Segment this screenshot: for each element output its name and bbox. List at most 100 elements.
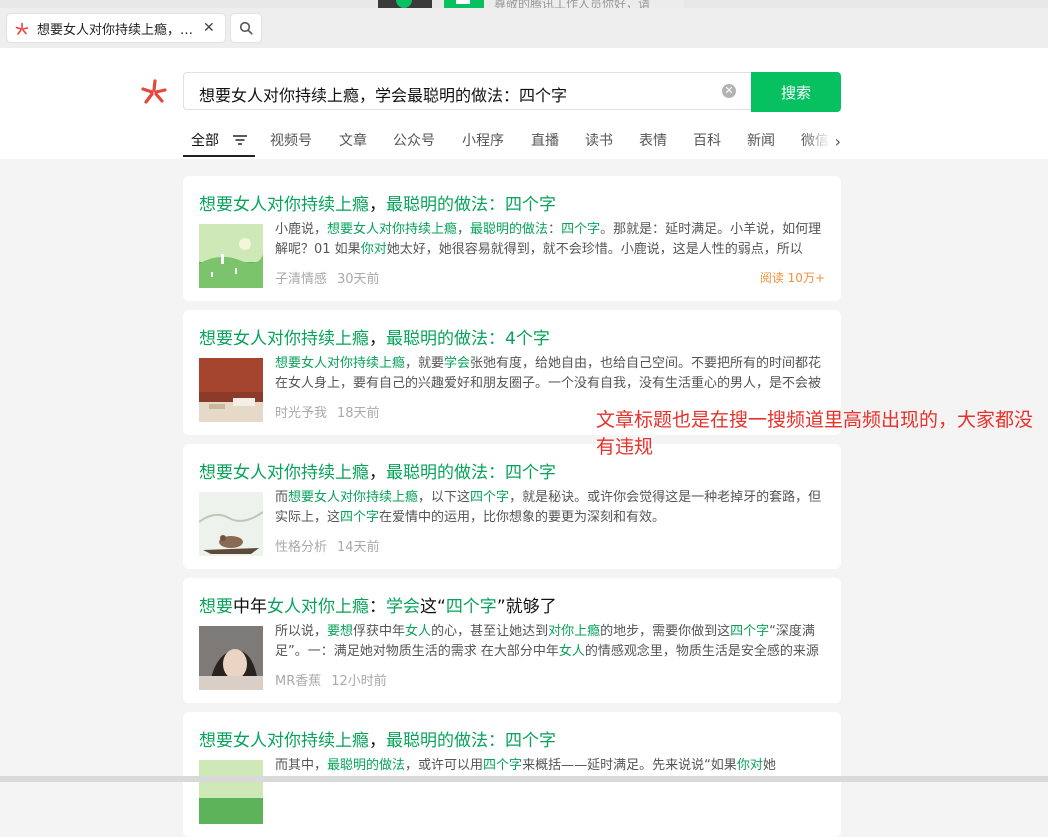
result-thumbnail[interactable]: [199, 626, 263, 690]
result-snippet: 而想要女人对你持续上瘾，以下这四个字，就是秘诀。或许你会觉得这是一种老掉牙的套路…: [275, 488, 825, 528]
search-header: 想要女人对你持续上瘾，学会最聪明的做法：四个字 ✕ 搜索 全部 视频号 文章 公…: [0, 48, 1048, 159]
keyword-highlight: 四个字: [730, 624, 770, 639]
text-segment: 她: [762, 758, 776, 773]
result-source[interactable]: 性格分析: [275, 540, 327, 555]
text-segment: ，: [457, 222, 471, 237]
top-background-strip: 尊敬的腾讯工作人员你好，请: [0, 0, 1048, 11]
text-segment: 所以说，: [275, 624, 328, 639]
keyword-highlight: 想要: [199, 597, 233, 617]
tab-books[interactable]: 读书: [585, 130, 613, 150]
result-meta: 时光予我 18天前: [275, 402, 390, 421]
text-segment: ，: [369, 195, 386, 215]
keyword-highlight: 想要女人对你持续上瘾: [327, 222, 458, 237]
category-tabs: 全部 视频号 文章 公众号 小程序 直播 读书 表情 百科 新闻 微信 ›: [183, 126, 843, 159]
keyword-highlight: 想要女人对你持续上瘾: [199, 463, 369, 483]
tab-search-button[interactable]: [231, 14, 261, 42]
annotation-note: 文章标题也是在搜一搜频道里高频出现的，大家都没有违规: [596, 409, 1034, 458]
text-segment: ，: [369, 731, 386, 751]
sousou-logo-icon: [140, 78, 168, 106]
close-icon[interactable]: ✕: [203, 20, 215, 36]
result-card[interactable]: 想要女人对你持续上瘾，最聪明的做法：四个字 而其中，最聪明的做法，或许可以用四个…: [183, 712, 841, 837]
search-query: 想要女人对你持续上瘾，学会最聪明的做法：四个字: [199, 86, 568, 105]
result-meta: 性格分析 14天前: [275, 536, 390, 555]
keyword-highlight: 最聪明的做法：四个字: [386, 731, 556, 751]
keyword-highlight: 要想: [327, 624, 354, 639]
clear-icon[interactable]: ✕: [722, 84, 736, 98]
bottom-scroll-edge: [0, 776, 1048, 782]
active-tab-underline: [183, 155, 255, 157]
result-thumbnail[interactable]: [199, 492, 263, 556]
tab-all[interactable]: 全部: [191, 130, 219, 150]
tab-mini-programs[interactable]: 小程序: [462, 130, 504, 150]
result-snippet: 所以说，要想俘获中年女人的心，甚至让她达到对你上瘾的地步，需要你做到这四个字“深…: [275, 622, 825, 662]
keyword-highlight: 女人对你上瘾: [267, 597, 369, 617]
browser-tab[interactable]: 想要女人对你持续上瘾，学会最聪明的做法：四个字 ✕: [7, 14, 225, 42]
result-title[interactable]: 想要女人对你持续上瘾，最聪明的做法：4个字: [199, 324, 550, 349]
keyword-highlight: 想要女人对你持续上瘾: [199, 329, 369, 349]
wechat-app-thumbnail: [378, 0, 432, 8]
result-title[interactable]: 想要中年女人对你上瘾：学会这“四个字”就够了: [199, 592, 557, 617]
result-snippet: 而其中，最聪明的做法，或许可以用四个字来概括——延时满足。先来说说“如果你对她: [275, 756, 825, 776]
sousou-favicon-icon: [15, 21, 29, 35]
search-button[interactable]: 搜索: [751, 72, 841, 112]
result-thumbnail[interactable]: [199, 760, 263, 824]
tab-articles[interactable]: 文章: [339, 130, 367, 150]
keyword-highlight: 学会: [444, 356, 471, 371]
text-segment: ”就够了: [496, 597, 557, 617]
tab-news[interactable]: 新闻: [747, 130, 775, 150]
result-time: 18天前: [337, 406, 380, 421]
result-card[interactable]: 想要女人对你持续上瘾，最聪明的做法：四个字 而想要女人对你持续上瘾，以下这四个字…: [183, 444, 841, 569]
result-title[interactable]: 想要女人对你持续上瘾，最聪明的做法：四个字: [199, 726, 556, 751]
text-segment: 而: [275, 490, 289, 505]
keyword-highlight: 四个字: [561, 222, 601, 237]
tab-official-accounts[interactable]: 公众号: [393, 130, 435, 150]
result-source[interactable]: 时光予我: [275, 406, 327, 421]
keyword-highlight: 四个字: [483, 758, 523, 773]
tab-live[interactable]: 直播: [531, 130, 559, 150]
chevron-right-icon[interactable]: ›: [835, 132, 841, 151]
text-segment: 而其中，: [275, 758, 328, 773]
result-meta: MR香蕉 12小时前: [275, 670, 397, 689]
text-segment: 来概括——延时满足。先来说说“如果: [522, 758, 737, 773]
text-segment: ，就要: [405, 356, 445, 371]
text-segment: ，: [369, 329, 386, 349]
keyword-highlight: 最聪明的做法: [327, 758, 406, 773]
result-title[interactable]: 想要女人对你持续上瘾，最聪明的做法：四个字: [199, 458, 556, 483]
result-card[interactable]: 想要中年女人对你上瘾：学会这“四个字”就够了 所以说，要想俘获中年女人的心，甚至…: [183, 578, 841, 703]
text-segment: 这“: [420, 597, 446, 617]
search-icon: [239, 21, 253, 35]
search-input[interactable]: 想要女人对你持续上瘾，学会最聪明的做法：四个字 ✕: [183, 72, 751, 110]
keyword-highlight: 对你上瘾: [548, 624, 601, 639]
tab-stickers[interactable]: 表情: [639, 130, 667, 150]
keyword-highlight: 你对: [736, 758, 763, 773]
text-segment: 的地步，需要你做到这: [600, 624, 731, 639]
text-segment: ，: [369, 463, 386, 483]
keyword-highlight: 想要女人对你持续上瘾: [288, 490, 419, 505]
result-title[interactable]: 想要女人对你持续上瘾，最聪明的做法：四个字: [199, 190, 556, 215]
browser-tab-bar: 想要女人对你持续上瘾，学会最聪明的做法：四个字 ✕: [0, 8, 1048, 48]
text-segment: ：: [548, 222, 562, 237]
result-card[interactable]: 想要女人对你持续上瘾，最聪明的做法：四个字 小鹿说，想要女人对你持续上瘾，最聪明…: [183, 176, 841, 301]
text-segment: 的情感观念里，物质生活是安全感的来源: [584, 644, 819, 659]
keyword-highlight: 最聪明的做法: [470, 222, 549, 237]
tab-encyclopedia[interactable]: 百科: [693, 130, 721, 150]
green-app-thumbnail: [444, 0, 484, 8]
result-source[interactable]: 子清情感: [275, 272, 327, 287]
result-source[interactable]: MR香蕉: [275, 674, 321, 689]
text-segment: ：: [369, 597, 386, 617]
text-segment: 她太好，她很容易就得到，就不会珍惜。小鹿说，这是人性的弱点，所以: [386, 242, 803, 257]
result-thumbnail[interactable]: [199, 224, 263, 288]
text-segment: ，以下这: [418, 490, 471, 505]
tab-channels[interactable]: 视频号: [270, 130, 312, 150]
keyword-highlight: 最聪明的做法：四个字: [386, 463, 556, 483]
keyword-highlight: 四个字: [340, 510, 380, 525]
result-time: 12小时前: [331, 674, 387, 689]
result-thumbnail[interactable]: [199, 358, 263, 422]
filter-icon[interactable]: [233, 135, 247, 145]
keyword-highlight: 最聪明的做法：4个字: [386, 329, 550, 349]
result-snippet: 想要女人对你持续上瘾，就要学会张弛有度，给她自由，也给自己空间。不要把所有的时间…: [275, 354, 825, 394]
keyword-highlight: 四个字: [445, 597, 497, 617]
keyword-highlight: 女人: [405, 624, 432, 639]
read-count: 阅读 10万+: [759, 271, 825, 285]
keyword-highlight: 想要女人对你持续上瘾: [199, 195, 369, 215]
